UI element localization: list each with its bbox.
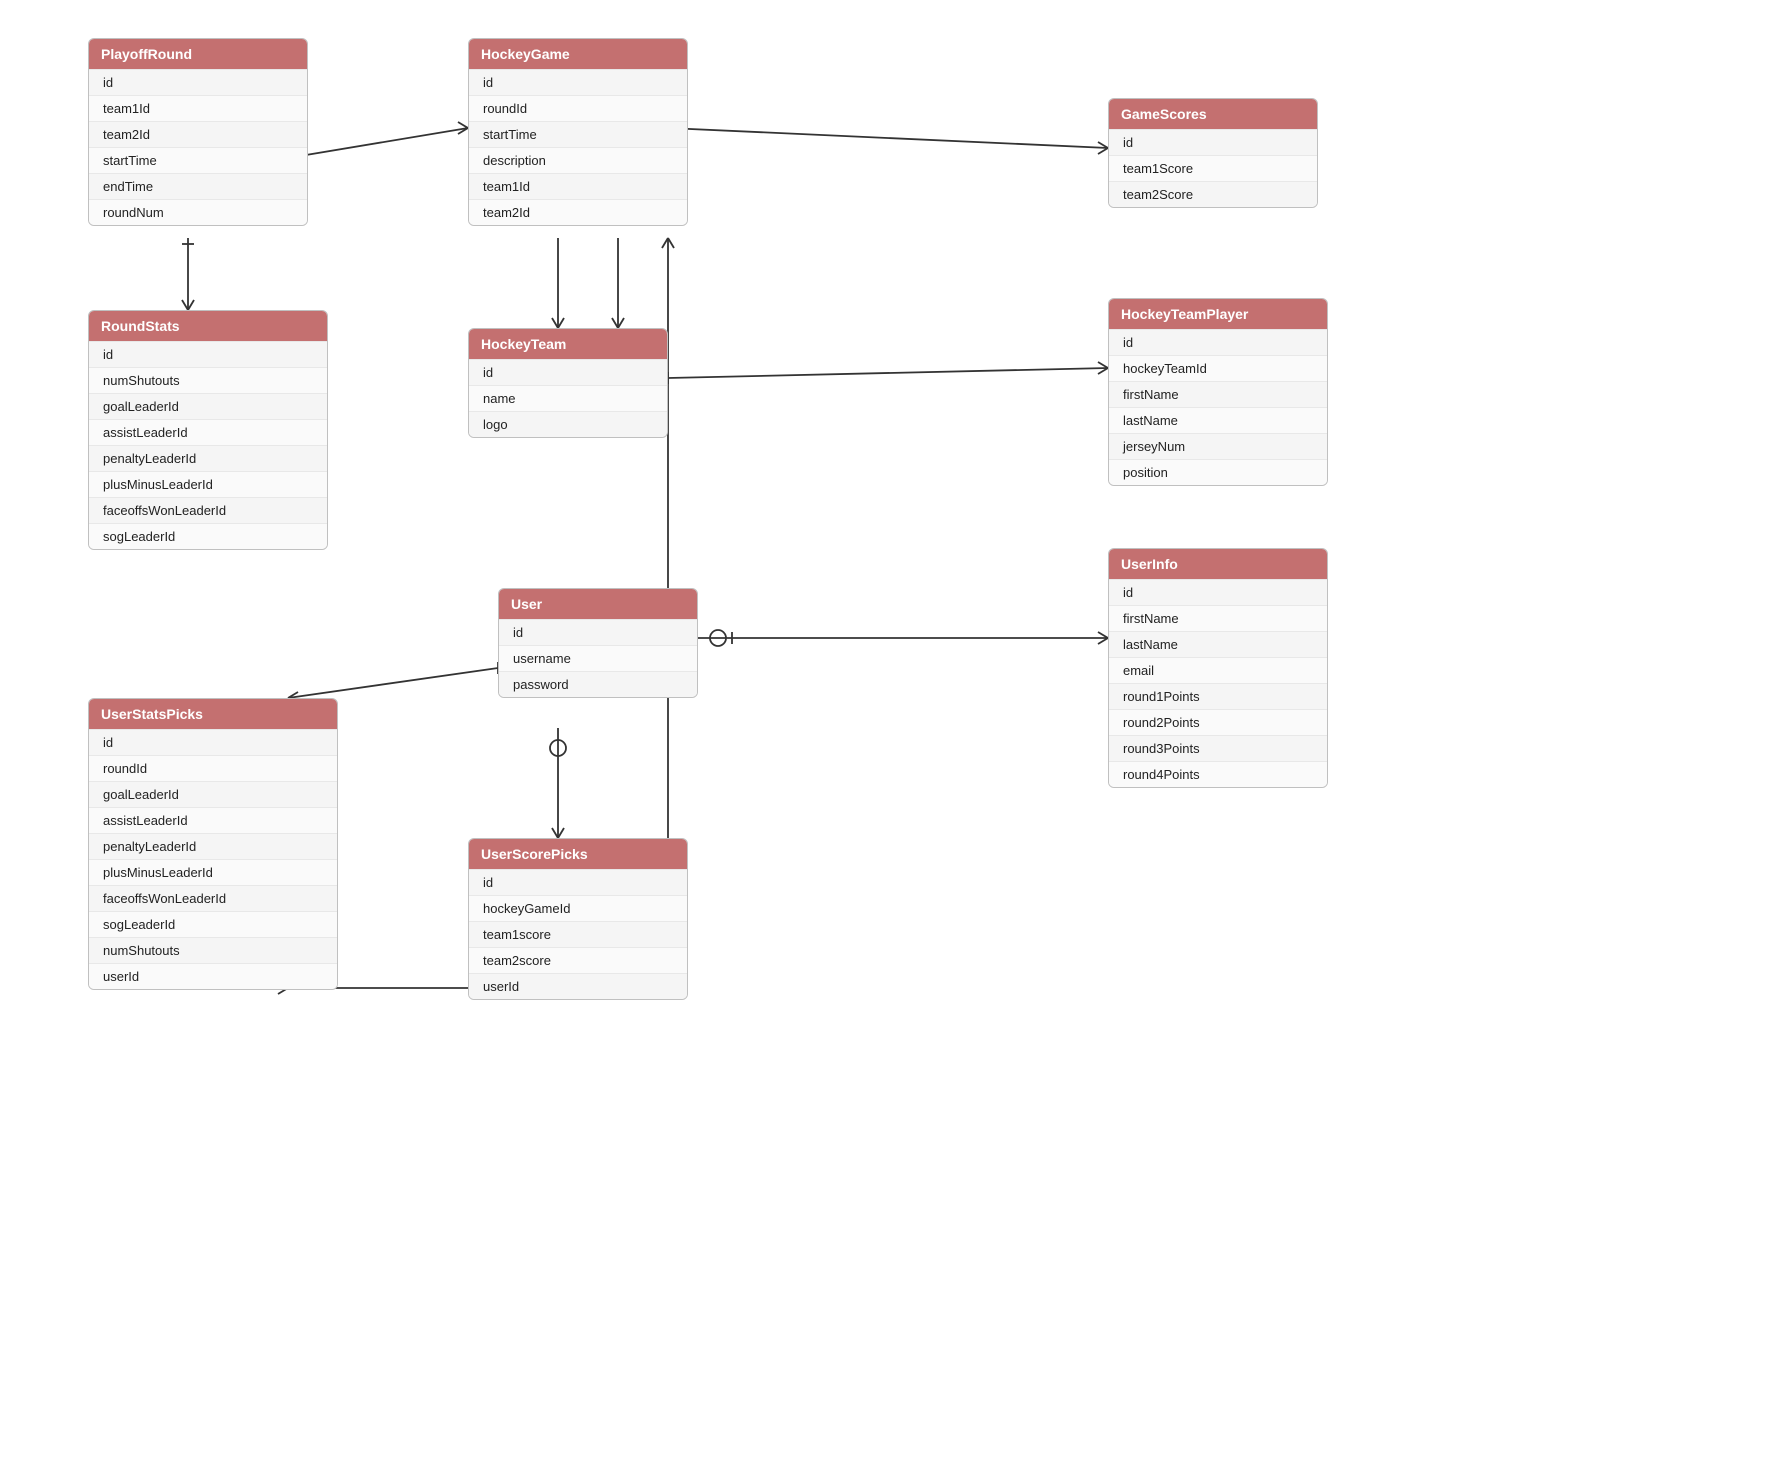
field-UserStatsPicks-id: id bbox=[89, 729, 337, 755]
field-HockeyTeamPlayer-position: position bbox=[1109, 459, 1327, 485]
field-UserStatsPicks-goalLeaderId: goalLeaderId bbox=[89, 781, 337, 807]
entity-header-User: User bbox=[499, 589, 697, 619]
field-PlayoffRound-team2Id: team2Id bbox=[89, 121, 307, 147]
entity-header-UserInfo: UserInfo bbox=[1109, 549, 1327, 579]
field-GameScores-team2Score: team2Score bbox=[1109, 181, 1317, 207]
entity-GameScores: GameScores id team1Score team2Score bbox=[1108, 98, 1318, 208]
field-RoundStats-plusMinusLeaderId: plusMinusLeaderId bbox=[89, 471, 327, 497]
field-UserScorePicks-userId: userId bbox=[469, 973, 687, 999]
field-UserStatsPicks-assistLeaderId: assistLeaderId bbox=[89, 807, 337, 833]
field-HockeyGame-roundId: roundId bbox=[469, 95, 687, 121]
field-RoundStats-numShutouts: numShutouts bbox=[89, 367, 327, 393]
field-PlayoffRound-startTime: startTime bbox=[89, 147, 307, 173]
field-UserInfo-lastName: lastName bbox=[1109, 631, 1327, 657]
field-RoundStats-goalLeaderId: goalLeaderId bbox=[89, 393, 327, 419]
entity-UserScorePicks: UserScorePicks id hockeyGameId team1scor… bbox=[468, 838, 688, 1000]
entity-header-UserStatsPicks: UserStatsPicks bbox=[89, 699, 337, 729]
entity-UserInfo: UserInfo id firstName lastName email rou… bbox=[1108, 548, 1328, 788]
entity-header-PlayoffRound: PlayoffRound bbox=[89, 39, 307, 69]
entity-HockeyTeam: HockeyTeam id name logo bbox=[468, 328, 668, 438]
entity-header-HockeyTeamPlayer: HockeyTeamPlayer bbox=[1109, 299, 1327, 329]
field-RoundStats-faceoffsWonLeaderId: faceoffsWonLeaderId bbox=[89, 497, 327, 523]
field-PlayoffRound-id: id bbox=[89, 69, 307, 95]
entity-UserStatsPicks: UserStatsPicks id roundId goalLeaderId a… bbox=[88, 698, 338, 990]
field-RoundStats-id: id bbox=[89, 341, 327, 367]
field-UserStatsPicks-sogLeaderId: sogLeaderId bbox=[89, 911, 337, 937]
field-UserInfo-round4Points: round4Points bbox=[1109, 761, 1327, 787]
field-HockeyTeamPlayer-lastName: lastName bbox=[1109, 407, 1327, 433]
field-HockeyGame-team1Id: team1Id bbox=[469, 173, 687, 199]
entity-header-HockeyTeam: HockeyTeam bbox=[469, 329, 667, 359]
field-User-id: id bbox=[499, 619, 697, 645]
field-UserInfo-firstName: firstName bbox=[1109, 605, 1327, 631]
entity-HockeyTeamPlayer: HockeyTeamPlayer id hockeyTeamId firstNa… bbox=[1108, 298, 1328, 486]
field-UserScorePicks-id: id bbox=[469, 869, 687, 895]
entity-header-RoundStats: RoundStats bbox=[89, 311, 327, 341]
field-HockeyTeamPlayer-jerseyNum: jerseyNum bbox=[1109, 433, 1327, 459]
field-UserStatsPicks-numShutouts: numShutouts bbox=[89, 937, 337, 963]
field-HockeyGame-startTime: startTime bbox=[469, 121, 687, 147]
field-GameScores-id: id bbox=[1109, 129, 1317, 155]
field-UserInfo-round1Points: round1Points bbox=[1109, 683, 1327, 709]
field-UserStatsPicks-roundId: roundId bbox=[89, 755, 337, 781]
field-HockeyTeam-logo: logo bbox=[469, 411, 667, 437]
field-RoundStats-sogLeaderId: sogLeaderId bbox=[89, 523, 327, 549]
field-HockeyTeamPlayer-id: id bbox=[1109, 329, 1327, 355]
field-UserStatsPicks-penaltyLeaderId: penaltyLeaderId bbox=[89, 833, 337, 859]
field-RoundStats-assistLeaderId: assistLeaderId bbox=[89, 419, 327, 445]
field-HockeyGame-id: id bbox=[469, 69, 687, 95]
field-HockeyTeamPlayer-hockeyTeamId: hockeyTeamId bbox=[1109, 355, 1327, 381]
field-UserInfo-id: id bbox=[1109, 579, 1327, 605]
field-UserStatsPicks-plusMinusLeaderId: plusMinusLeaderId bbox=[89, 859, 337, 885]
field-UserInfo-round2Points: round2Points bbox=[1109, 709, 1327, 735]
field-UserScorePicks-team1score: team1score bbox=[469, 921, 687, 947]
field-HockeyGame-team2Id: team2Id bbox=[469, 199, 687, 225]
field-HockeyTeam-name: name bbox=[469, 385, 667, 411]
field-UserInfo-round3Points: round3Points bbox=[1109, 735, 1327, 761]
field-HockeyTeamPlayer-firstName: firstName bbox=[1109, 381, 1327, 407]
field-UserInfo-email: email bbox=[1109, 657, 1327, 683]
field-RoundStats-penaltyLeaderId: penaltyLeaderId bbox=[89, 445, 327, 471]
field-User-username: username bbox=[499, 645, 697, 671]
entity-header-HockeyGame: HockeyGame bbox=[469, 39, 687, 69]
entity-PlayoffRound: PlayoffRound id team1Id team2Id startTim… bbox=[88, 38, 308, 226]
field-PlayoffRound-roundNum: roundNum bbox=[89, 199, 307, 225]
entity-HockeyGame: HockeyGame id roundId startTime descript… bbox=[468, 38, 688, 226]
field-UserScorePicks-team2score: team2score bbox=[469, 947, 687, 973]
field-UserScorePicks-hockeyGameId: hockeyGameId bbox=[469, 895, 687, 921]
entity-header-UserScorePicks: UserScorePicks bbox=[469, 839, 687, 869]
field-GameScores-team1Score: team1Score bbox=[1109, 155, 1317, 181]
field-User-password: password bbox=[499, 671, 697, 697]
diagram-container: PlayoffRound id team1Id team2Id startTim… bbox=[0, 0, 1768, 1482]
field-UserStatsPicks-faceoffsWonLeaderId: faceoffsWonLeaderId bbox=[89, 885, 337, 911]
entity-RoundStats: RoundStats id numShutouts goalLeaderId a… bbox=[88, 310, 328, 550]
field-UserStatsPicks-userId: userId bbox=[89, 963, 337, 989]
entity-User: User id username password bbox=[498, 588, 698, 698]
field-PlayoffRound-team1Id: team1Id bbox=[89, 95, 307, 121]
field-HockeyGame-description: description bbox=[469, 147, 687, 173]
field-HockeyTeam-id: id bbox=[469, 359, 667, 385]
entity-header-GameScores: GameScores bbox=[1109, 99, 1317, 129]
field-PlayoffRound-endTime: endTime bbox=[89, 173, 307, 199]
